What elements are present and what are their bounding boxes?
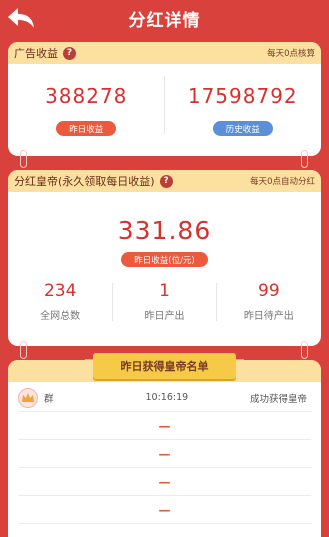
- list-item: —: [18, 496, 311, 524]
- top-bar: 分红详情: [0, 0, 329, 36]
- dividend-stats: 234 全网总数 1 昨日产出 99 昨日待产出: [8, 281, 321, 322]
- ad-income-title: 广告收益: [14, 47, 58, 60]
- ad-income-header: 广告收益 ? 每天0点核算: [8, 42, 321, 64]
- history-income-value: 17598792: [187, 84, 298, 108]
- page-title: 分红详情: [128, 10, 201, 31]
- list-item: —: [18, 412, 311, 440]
- dividend-header: 分红皇帝(永久领取每日收益) ? 每天0点自动分红: [8, 170, 321, 192]
- chain-link: [20, 150, 27, 168]
- avatar: [18, 387, 38, 408]
- divider: [164, 76, 165, 134]
- stat-total-label: 全网总数: [40, 311, 81, 322]
- winner-name: 群: [44, 393, 54, 405]
- stat-yesterday-output-label: 昨日产出: [144, 311, 185, 322]
- stat-yesterday-output-value: 1: [159, 281, 170, 301]
- history-income-button[interactable]: 历史收益: [212, 121, 273, 136]
- dividend-main: 331.86 昨日收益(位/元): [8, 192, 321, 267]
- yesterday-income-button[interactable]: 昨日收益: [56, 121, 117, 136]
- list-item: —: [18, 440, 311, 468]
- back-arrow-icon: [8, 8, 34, 28]
- stat-total: 234 全网总数: [8, 281, 112, 322]
- stat-yesterday-output: 1 昨日产出: [112, 281, 216, 322]
- list-item: 群 10:16:19 成功获得皇帝: [18, 384, 311, 412]
- empty-dash: —: [158, 446, 171, 461]
- dividend-card: 分红皇帝(永久领取每日收益) ? 每天0点自动分红 331.86 昨日收益(位/…: [8, 170, 321, 346]
- winner-status: 成功获得皇帝: [249, 393, 307, 405]
- dividend-note: 每天0点自动分红: [250, 177, 315, 187]
- dividend-main-label[interactable]: 昨日收益(位/元): [121, 252, 208, 267]
- divider: [112, 283, 113, 321]
- history-income: 17598792 历史收益: [165, 64, 322, 156]
- chain-link: [301, 341, 308, 359]
- back-button[interactable]: [2, 2, 40, 34]
- divider: [216, 283, 217, 321]
- winners-banner: 昨日获得皇帝名单: [85, 353, 244, 379]
- dividend-main-value: 331.86: [117, 216, 212, 245]
- empty-dash: —: [158, 418, 171, 433]
- dividend-title: 分红皇帝(永久领取每日收益): [14, 175, 155, 188]
- chain-link: [20, 341, 27, 359]
- stat-pending-output-value: 99: [258, 281, 280, 301]
- winner-time: 10:16:19: [145, 392, 189, 403]
- stat-pending-output: 99 昨日待产出: [217, 281, 321, 322]
- chain-link: [301, 150, 308, 168]
- empty-dash: —: [158, 502, 171, 517]
- help-icon[interactable]: ?: [63, 46, 76, 60]
- stat-pending-output-label: 昨日待产出: [243, 311, 294, 322]
- yesterday-income-value: 388278: [45, 84, 128, 108]
- crown-icon: [22, 392, 34, 402]
- empty-dash: —: [158, 474, 171, 489]
- stat-total-value: 234: [43, 281, 77, 301]
- help-icon[interactable]: ?: [159, 174, 173, 188]
- list-item: —: [18, 468, 311, 496]
- ad-income-body: 388278 昨日收益 17598792 历史收益: [8, 64, 321, 156]
- ad-income-note: 每天0点核算: [267, 49, 315, 59]
- ad-income-card: 广告收益 ? 每天0点核算 388278 昨日收益 17598792 历史收益: [8, 42, 321, 156]
- yesterday-income: 388278 昨日收益: [8, 64, 165, 156]
